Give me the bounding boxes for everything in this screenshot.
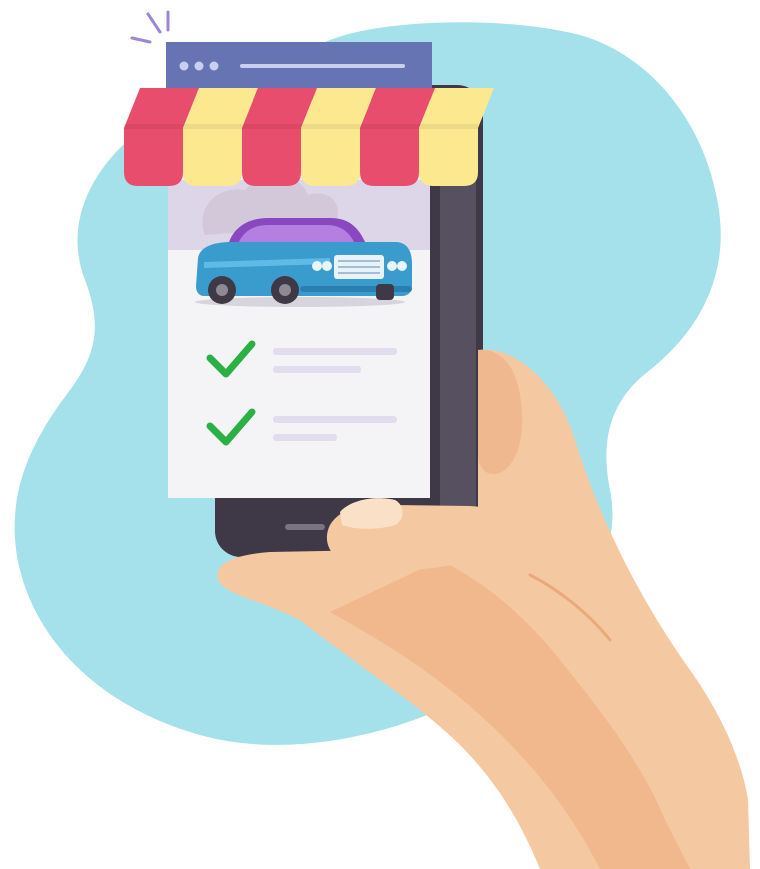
browser-dot xyxy=(209,61,219,71)
car-window xyxy=(238,225,355,244)
awning-scallop xyxy=(183,128,242,186)
awning-scallop xyxy=(242,128,301,186)
address-bar-line xyxy=(240,64,405,68)
car-shop-mobile-illustration xyxy=(0,0,760,869)
headlight xyxy=(387,261,397,271)
awning-scallop xyxy=(360,128,419,186)
illustration-canvas xyxy=(14,10,750,869)
rear-wheel xyxy=(376,284,394,300)
awning-fold xyxy=(124,124,478,129)
phone-home-indicator xyxy=(285,524,325,530)
browser-dot xyxy=(179,61,189,71)
awning-scallop xyxy=(301,128,360,186)
headlight xyxy=(312,261,322,271)
awning-scallop xyxy=(124,128,183,186)
text-placeholder-line xyxy=(273,348,397,355)
wheel-hub xyxy=(216,284,228,296)
headlight xyxy=(397,261,407,271)
sparkle-icon xyxy=(130,10,170,44)
text-placeholder-line xyxy=(273,366,361,373)
wheel-hub xyxy=(279,284,291,296)
headlight xyxy=(322,261,332,271)
front-bumper xyxy=(300,286,412,292)
text-placeholder-line xyxy=(273,434,337,441)
shop-awning-icon xyxy=(124,88,494,186)
awning-scallop xyxy=(419,128,478,186)
text-placeholder-line xyxy=(273,416,397,423)
browser-dot xyxy=(194,61,204,71)
